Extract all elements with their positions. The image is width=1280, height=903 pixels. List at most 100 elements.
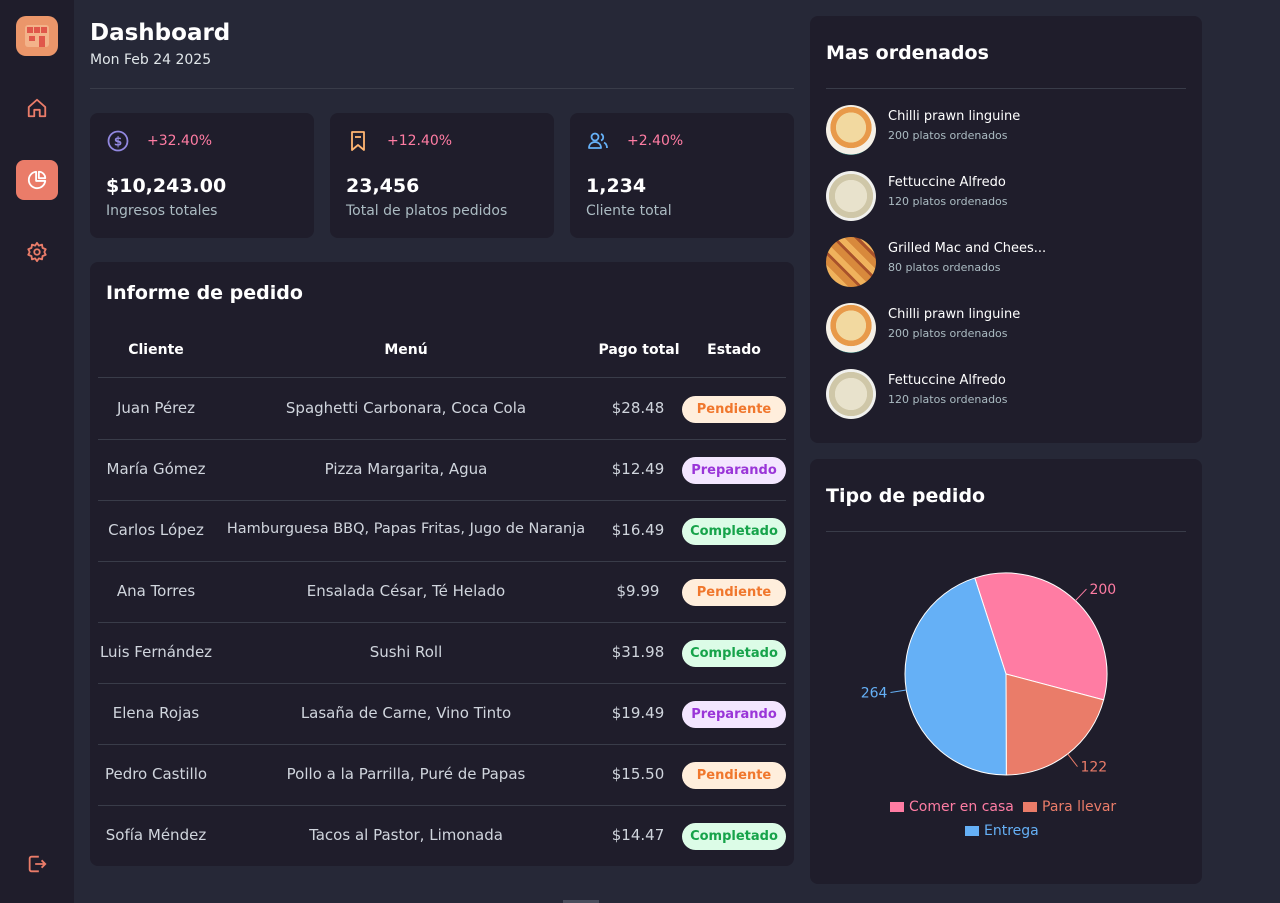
legend-item[interactable]: Entrega <box>965 823 1039 839</box>
stat-label: Cliente total <box>586 203 672 219</box>
store-logo[interactable] <box>16 16 58 56</box>
logout-button[interactable] <box>16 844 58 884</box>
sidebar <box>0 0 74 903</box>
dish-name: Fettuccine Alfredo <box>888 175 1006 190</box>
column-header-menu[interactable]: Menú <box>226 342 586 358</box>
page-date: Mon Feb 24 2025 <box>90 52 212 68</box>
status-badge: Pendiente <box>682 579 786 606</box>
cell-client: Carlos López <box>108 521 204 539</box>
dish-count: 200 platos ordenados <box>888 327 1008 340</box>
home-icon <box>27 98 47 118</box>
cell-menu: Spaghetti Carbonara, Coca Cola <box>285 399 527 417</box>
cell-menu: Tacos al Pastor, Limonada <box>309 826 503 844</box>
cell-client: Elena Rojas <box>112 704 200 722</box>
stat-delta: +32.40% <box>147 133 213 149</box>
status-badge: Completado <box>682 823 786 850</box>
column-header-status[interactable]: Estado <box>688 342 780 358</box>
table-row[interactable]: Juan Pérez Spaghetti Carbonara, Coca Col… <box>98 379 786 440</box>
gear-icon <box>27 241 47 263</box>
dish-image <box>826 237 876 287</box>
cell-client: Ana Torres <box>116 582 196 600</box>
legend-swatch <box>890 802 904 812</box>
table-row[interactable]: Ana Torres Ensalada César, Té Helado $9.… <box>98 562 786 623</box>
cell-menu: Hamburguesa BBQ, Papas Fritas, Jugo de N… <box>226 521 586 537</box>
stat-value: $10,243.00 <box>106 175 227 197</box>
legend-item[interactable]: Comer en casa <box>890 799 1014 815</box>
most-ordered-title: Mas ordenados <box>826 42 989 64</box>
label-leader-line <box>1067 753 1078 767</box>
table-row[interactable]: Carlos López Hamburguesa BBQ, Papas Frit… <box>98 501 786 562</box>
list-item[interactable]: Grilled Mac and Chees... 80 platos orden… <box>826 237 1186 289</box>
legend-swatch <box>965 826 979 836</box>
cell-menu: Pollo a la Parrilla, Puré de Papas <box>286 765 526 783</box>
cell-total: $19.49 <box>611 704 665 722</box>
stat-card-dishes: +12.40% 23,456 Total de platos pedidos <box>330 113 554 238</box>
table-row[interactable]: María Gómez Pizza Margarita, Agua $12.49… <box>98 440 786 501</box>
stat-card-clients: +2.40% 1,234 Cliente total <box>570 113 794 238</box>
header-divider <box>90 88 794 89</box>
dish-image <box>826 369 876 419</box>
order-type-title: Tipo de pedido <box>826 485 986 507</box>
legend-label: Entrega <box>984 823 1039 839</box>
orders-report-panel: Informe de pedido Cliente Menú Pago tota… <box>90 262 794 866</box>
status-badge: Pendiente <box>682 762 786 789</box>
cell-client: Luis Fernández <box>99 643 213 661</box>
list-item[interactable]: Fettuccine Alfredo 120 platos ordenados <box>826 369 1186 421</box>
status-badge: Completado <box>682 518 786 545</box>
panel-divider <box>826 531 1186 532</box>
dish-name: Grilled Mac and Chees... <box>888 241 1047 256</box>
cell-total: $14.47 <box>611 826 665 844</box>
pie-value-label: 264 <box>861 685 888 701</box>
dish-count: 120 platos ordenados <box>888 393 1008 406</box>
legend-item[interactable]: Para llevar <box>1023 799 1116 815</box>
svg-text:$: $ <box>114 135 122 149</box>
stat-delta: +2.40% <box>627 133 684 149</box>
table-row[interactable]: Pedro Castillo Pollo a la Parrilla, Puré… <box>98 745 786 806</box>
stat-label: Ingresos totales <box>106 203 218 219</box>
table-row[interactable]: Elena Rojas Lasaña de Carne, Vino Tinto … <box>98 684 786 745</box>
cell-client: Sofía Méndez <box>105 826 207 844</box>
cell-total: $16.49 <box>611 521 665 539</box>
dish-name: Chilli prawn linguine <box>888 307 1021 322</box>
table-row[interactable]: Sofía Méndez Tacos al Pastor, Limonada $… <box>98 806 786 867</box>
dish-image <box>826 303 876 353</box>
cell-client: Juan Pérez <box>116 399 196 417</box>
table-row[interactable]: Luis Fernández Sushi Roll $31.98 Complet… <box>98 623 786 684</box>
status-badge: Preparando <box>682 701 786 728</box>
column-header-client[interactable]: Cliente <box>98 342 214 358</box>
bookmark-icon <box>351 131 365 151</box>
legend-swatch <box>1023 802 1037 812</box>
list-item[interactable]: Chilli prawn linguine 200 platos ordenad… <box>826 303 1186 355</box>
cell-client: Pedro Castillo <box>104 765 208 783</box>
most-ordered-panel: Mas ordenados Chilli prawn linguine 200 … <box>810 16 1202 443</box>
status-badge: Completado <box>682 640 786 667</box>
label-leader-line <box>890 689 907 693</box>
dish-count: 200 platos ordenados <box>888 129 1008 142</box>
cell-total: $12.49 <box>611 460 665 478</box>
list-item[interactable]: Chilli prawn linguine 200 platos ordenad… <box>826 105 1186 157</box>
cell-menu: Lasaña de Carne, Vino Tinto <box>300 704 512 722</box>
cell-menu: Ensalada César, Té Helado <box>306 582 506 600</box>
nav-home[interactable] <box>16 88 58 128</box>
pie-value-label: 200 <box>1089 582 1116 598</box>
dish-image <box>826 171 876 221</box>
pie-chart-icon <box>27 170 47 190</box>
stat-label: Total de platos pedidos <box>346 203 508 219</box>
users-icon <box>588 132 608 149</box>
dollar-icon: $ <box>107 130 129 152</box>
column-header-total[interactable]: Pago total <box>594 342 684 358</box>
list-item[interactable]: Fettuccine Alfredo 120 platos ordenados <box>826 171 1186 223</box>
stat-delta: +12.40% <box>387 133 453 149</box>
dish-name: Chilli prawn linguine <box>888 109 1021 124</box>
dish-count: 120 platos ordenados <box>888 195 1008 208</box>
cell-client: María Gómez <box>106 460 206 478</box>
cell-menu: Pizza Margarita, Agua <box>324 460 488 478</box>
nav-dashboard[interactable] <box>16 160 58 200</box>
stat-value: 23,456 <box>346 175 420 197</box>
store-icon <box>25 25 49 47</box>
page-title: Dashboard <box>90 20 231 46</box>
nav-settings[interactable] <box>16 232 58 272</box>
orders-title: Informe de pedido <box>106 282 303 304</box>
order-type-panel: Tipo de pedido 200 122 264 Comer en casa P… <box>810 459 1202 884</box>
dish-image <box>826 105 876 155</box>
